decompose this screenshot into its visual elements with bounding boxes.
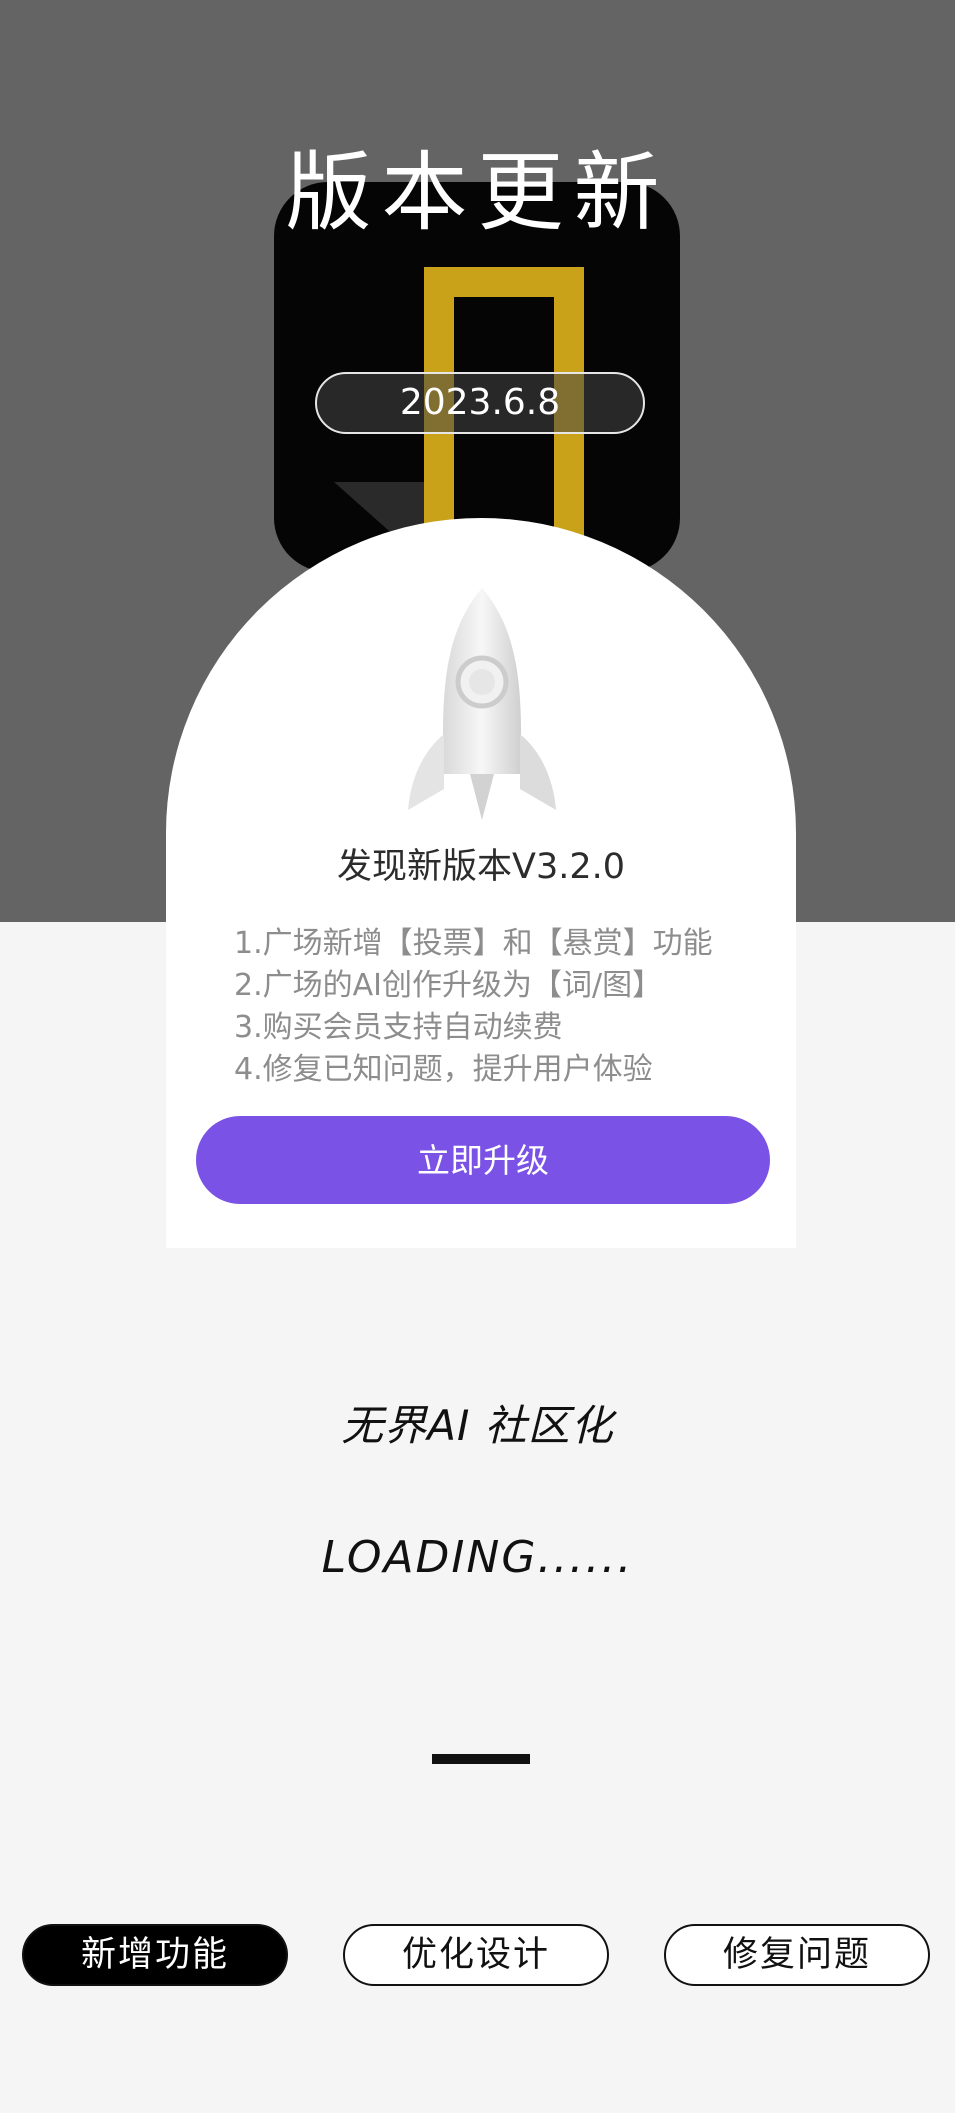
new-version-title: 发现新版本V3.2.0 [337,847,625,887]
changelog-item: 2.广场的AI创作升级为【词/图】 [234,968,663,1003]
tab-new-features[interactable]: 新增功能 [22,1924,288,1986]
rocket-icon [408,588,556,820]
release-date-badge: 2023.6.8 [315,372,645,434]
changelog-item: 3.购买会员支持自动续费 [234,1010,563,1045]
changelog-item: 1.广场新增【投票】和【悬赏】功能 [234,926,713,961]
tagline: 无界AI 社区化 [341,1401,614,1450]
tab-design-optimization[interactable]: 优化设计 [343,1924,609,1986]
changelog-list: 1.广场新增【投票】和【悬赏】功能 2.广场的AI创作升级为【词/图】 3.购买… [234,923,713,1091]
tab-bug-fixes[interactable]: 修复问题 [664,1924,930,1986]
update-card: 发现新版本V3.2.0 1.广场新增【投票】和【悬赏】功能 2.广场的AI创作升… [166,518,796,1248]
page-indicator-bar [432,1754,530,1764]
loading-text: LOADING...... [321,1532,634,1583]
changelog-item: 4.修复已知问题，提升用户体验 [234,1052,653,1087]
upgrade-now-button[interactable]: 立即升级 [196,1116,770,1204]
page-title: 版本更新 [285,143,670,243]
